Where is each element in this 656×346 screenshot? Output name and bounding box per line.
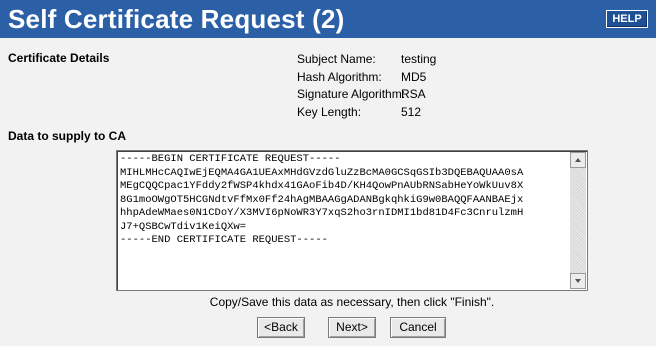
instruction-text: Copy/Save this data as necessary, then c… xyxy=(209,295,495,309)
certificate-details-list: Subject Name: testing Hash Algorithm: MD… xyxy=(297,51,436,121)
page-title: Self Certificate Request (2) xyxy=(8,4,345,34)
cancel-button[interactable]: Cancel xyxy=(390,317,446,338)
textarea-scrollbar[interactable] xyxy=(570,152,586,289)
detail-row-signature-algorithm: Signature Algorithm: RSA xyxy=(297,86,436,104)
certificate-details-heading: Certificate Details xyxy=(8,51,110,65)
ca-data-heading: Data to supply to CA xyxy=(8,129,127,143)
certificate-request-textarea[interactable]: -----BEGIN CERTIFICATE REQUEST----- MIHL… xyxy=(116,150,588,291)
scroll-down-arrow-icon[interactable] xyxy=(570,273,586,289)
next-button[interactable]: Next> xyxy=(328,317,376,338)
detail-label: Signature Algorithm: xyxy=(297,87,406,101)
detail-value: testing xyxy=(401,52,437,66)
detail-label: Hash Algorithm: xyxy=(297,69,382,84)
detail-value: MD5 xyxy=(401,69,427,84)
title-bar: Self Certificate Request (2) HELP xyxy=(0,0,656,38)
scroll-up-arrow-icon[interactable] xyxy=(570,152,586,168)
detail-value: RSA xyxy=(401,87,426,101)
detail-label: Key Length: xyxy=(297,104,362,119)
help-button[interactable]: HELP xyxy=(606,10,648,28)
certificate-request-text: -----BEGIN CERTIFICATE REQUEST----- MIHL… xyxy=(120,153,524,246)
detail-label: Subject Name: xyxy=(297,52,376,66)
detail-row-hash-algorithm: Hash Algorithm: MD5 xyxy=(297,69,436,87)
detail-value: 512 xyxy=(401,104,422,119)
detail-row-subject-name: Subject Name: testing xyxy=(297,51,436,69)
detail-row-key-length: Key Length: 512 xyxy=(297,104,436,122)
back-button[interactable]: <Back xyxy=(257,317,305,338)
